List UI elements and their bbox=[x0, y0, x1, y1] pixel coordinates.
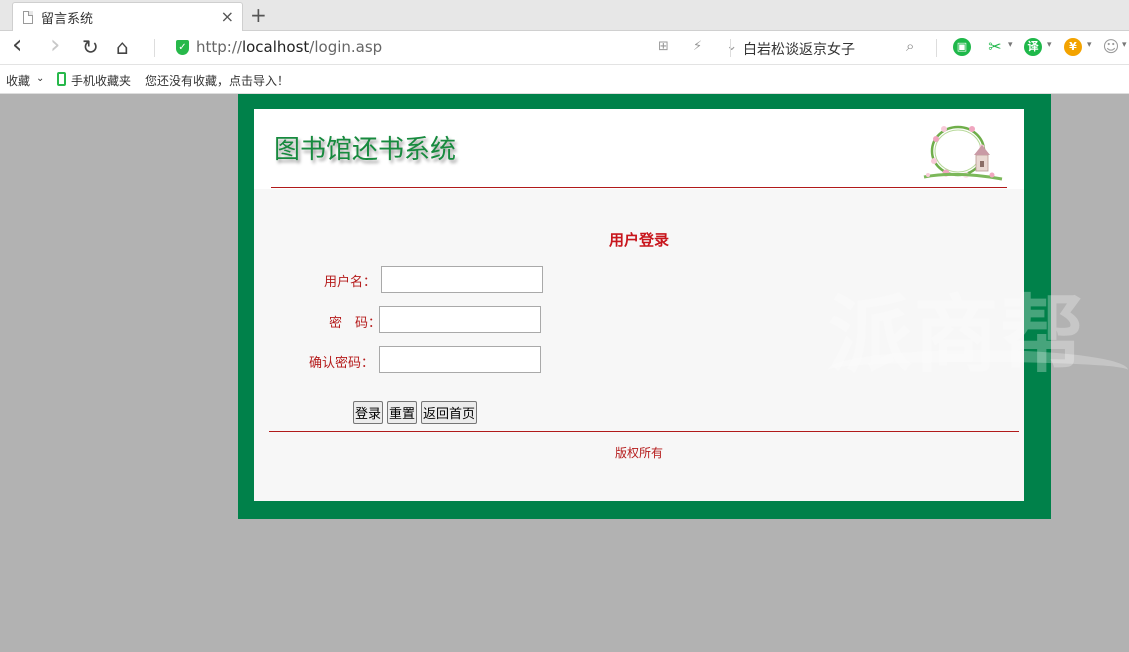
browser-toolbar: ‹ › ↻ ⌂ ✓ http://localhost/login.asp ⊞ ⚡… bbox=[0, 30, 1129, 65]
browser-tab[interactable]: 留言系统 × bbox=[12, 2, 243, 31]
login-title: 用户登录 bbox=[608, 231, 669, 249]
watermark-swoosh bbox=[828, 350, 1128, 390]
chevron-down-icon[interactable]: ▾ bbox=[1047, 40, 1052, 50]
chevron-down-icon[interactable]: ⌄ bbox=[36, 73, 44, 84]
coupon-icon[interactable]: ¥ bbox=[1064, 38, 1082, 56]
scissors-icon[interactable]: ✂ bbox=[986, 38, 1004, 56]
toolbar-divider bbox=[936, 39, 937, 57]
shield-icon: ✓ bbox=[176, 40, 189, 55]
url-host: localhost bbox=[241, 38, 310, 56]
search-icon[interactable]: ⌕ bbox=[906, 37, 914, 55]
reset-button[interactable]: 重置 bbox=[387, 401, 417, 424]
back-home-button[interactable]: 返回首页 bbox=[421, 401, 477, 424]
tab-strip: 留言系统 × + bbox=[0, 0, 1129, 31]
toolbar-divider bbox=[730, 39, 731, 57]
confirm-password-input[interactable] bbox=[379, 346, 541, 373]
toolbar-divider bbox=[154, 39, 155, 57]
page-icon bbox=[23, 10, 33, 24]
url-prefix: http:// bbox=[196, 38, 242, 56]
home-icon[interactable]: ⌂ bbox=[116, 35, 129, 59]
wechat-icon[interactable]: ▣ bbox=[953, 38, 971, 56]
chevron-down-icon[interactable]: ▾ bbox=[1122, 40, 1127, 50]
username-label: 用户名： bbox=[324, 275, 377, 290]
copyright-text: 版权所有 bbox=[614, 446, 663, 460]
header-divider bbox=[271, 187, 1007, 188]
new-tab-icon[interactable]: + bbox=[250, 3, 267, 27]
forward-icon[interactable]: › bbox=[50, 30, 60, 60]
phone-icon bbox=[57, 72, 66, 86]
back-icon[interactable]: ‹ bbox=[12, 30, 22, 60]
bookmarks-bar: 收藏 ⌄ 手机收藏夹 您还没有收藏，点击导入！ bbox=[0, 65, 1129, 94]
mobile-favorites-link[interactable]: 手机收藏夹 bbox=[71, 72, 131, 89]
login-button[interactable]: 登录 bbox=[353, 401, 383, 424]
close-tab-icon[interactable]: × bbox=[221, 7, 234, 26]
footer-divider bbox=[269, 431, 1019, 432]
password-label: 密 码： bbox=[329, 316, 382, 331]
confirm-password-label: 确认密码： bbox=[309, 356, 375, 371]
search-input[interactable]: 白岩松谈返京女子 bbox=[743, 39, 855, 59]
site-title: 图书馆还书系统 bbox=[274, 135, 457, 165]
tab-title: 留言系统 bbox=[41, 11, 94, 27]
import-bookmarks-link[interactable]: 您还没有收藏，点击导入！ bbox=[145, 72, 289, 89]
chevron-down-icon[interactable]: ▾ bbox=[1087, 40, 1092, 50]
password-input[interactable] bbox=[379, 306, 541, 333]
url-path: /login.asp bbox=[309, 38, 383, 56]
favorites-menu[interactable]: 收藏 bbox=[6, 72, 30, 89]
reload-icon[interactable]: ↻ bbox=[82, 35, 99, 59]
translate-icon[interactable]: 译 bbox=[1024, 38, 1042, 56]
chevron-down-icon[interactable]: ▾ bbox=[1008, 40, 1013, 50]
flower-wreath-image bbox=[923, 125, 1003, 181]
address-bar[interactable]: http://localhost/login.asp bbox=[196, 38, 382, 56]
game-icon[interactable]: ☺ bbox=[1102, 38, 1120, 56]
username-input[interactable] bbox=[381, 266, 543, 293]
site-header: 图书馆还书系统 bbox=[254, 109, 1024, 189]
address-tools-icon[interactable]: ⊞ ⚡ ⌄ bbox=[658, 39, 747, 54]
